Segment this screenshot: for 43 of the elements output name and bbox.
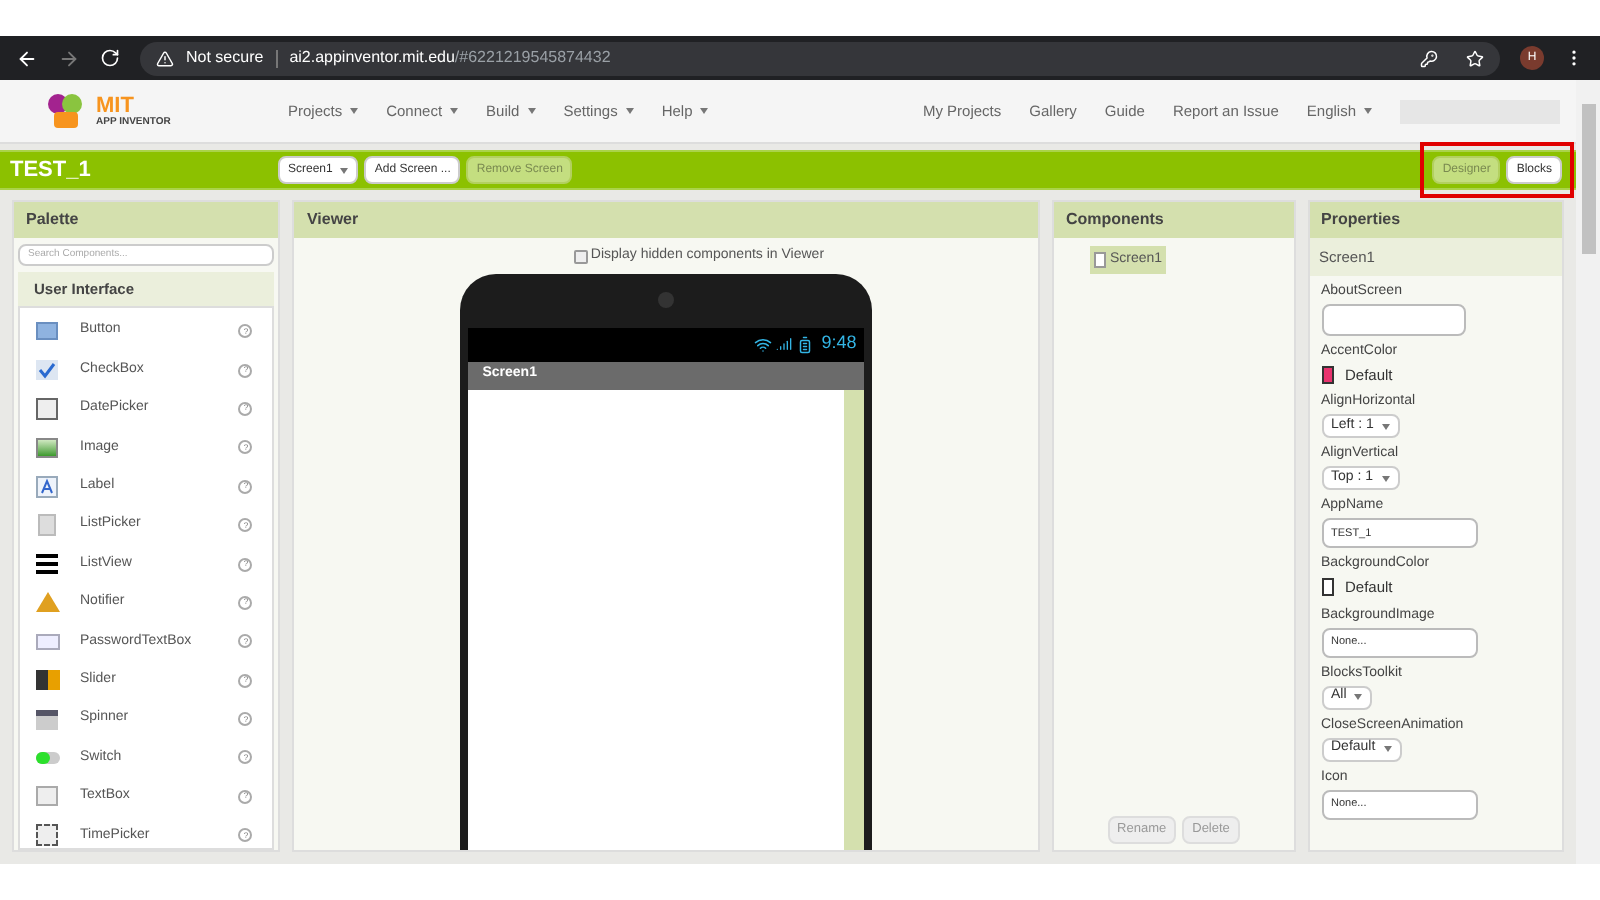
panel-header: Palette (14, 202, 279, 238)
component-icon (34, 633, 60, 650)
component-icon (34, 322, 60, 341)
component-icon (34, 514, 60, 537)
forward-icon[interactable] (58, 47, 80, 69)
logo-icon (44, 91, 88, 131)
battery-icon (795, 335, 814, 353)
component-icon (34, 786, 60, 807)
panel-header: Properties (1309, 202, 1562, 238)
component-icon (34, 824, 60, 847)
project-title: TEST_1 (10, 155, 93, 186)
checkbox[interactable] (574, 249, 589, 264)
component-icon (34, 360, 60, 381)
caret-icon (1381, 423, 1390, 430)
component-icon (34, 397, 60, 420)
component-icon (34, 709, 60, 730)
address-bar[interactable]: Not secure ai2.appinventor.mit.edu/#6221219545874432 (140, 41, 1500, 75)
component-icon (34, 592, 60, 613)
reload-icon[interactable] (100, 48, 120, 68)
wifi-icon (753, 335, 772, 353)
component-icon (34, 751, 60, 764)
component-icon (34, 554, 60, 575)
caret-icon (1354, 694, 1363, 700)
caret-icon (1383, 746, 1392, 752)
clock-text: 9:48 (821, 330, 857, 357)
key-icon[interactable] (1420, 49, 1438, 67)
signal-icon (775, 336, 792, 352)
component-icon (34, 670, 60, 691)
component-icon (34, 475, 60, 498)
camera-icon (658, 292, 675, 308)
screen-icon (1093, 252, 1106, 268)
caret-icon (1381, 475, 1390, 482)
panel-header: Viewer (294, 202, 1038, 238)
security-label: Not secure (186, 46, 264, 70)
logo-title: MIT (96, 95, 136, 117)
url-text: ai2.appinventor.mit.edu/#6221219545874432 (289, 46, 611, 70)
component-icon (34, 437, 60, 458)
panel-header: Components (1053, 202, 1293, 238)
scrollbar-thumb[interactable] (1581, 104, 1595, 254)
caret-icon (340, 167, 349, 173)
back-icon[interactable] (16, 47, 38, 69)
bookmark-icon[interactable] (1466, 49, 1484, 67)
warning-icon (156, 49, 174, 67)
